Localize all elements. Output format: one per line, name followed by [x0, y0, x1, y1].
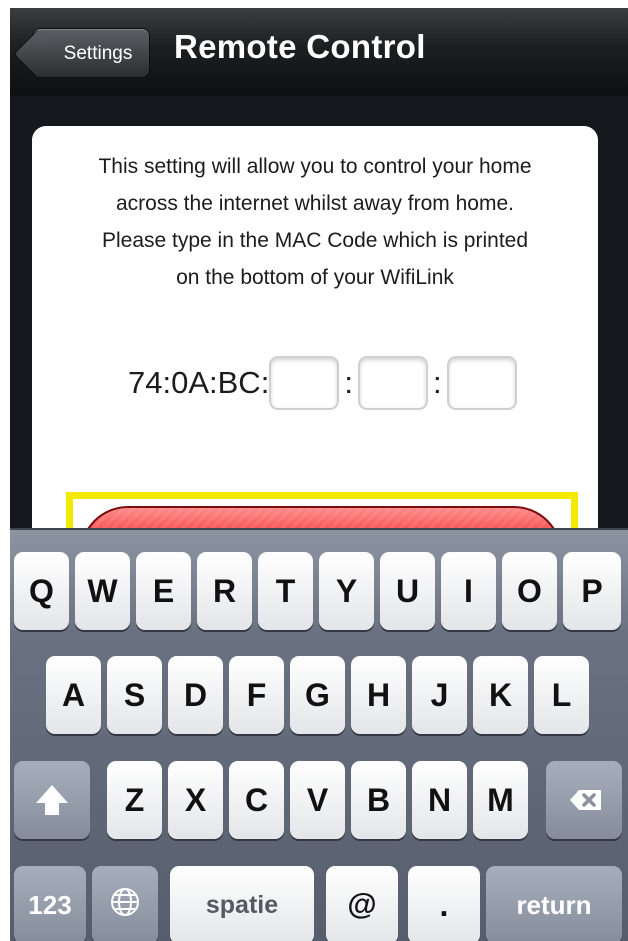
- key-c[interactable]: C: [229, 761, 284, 839]
- keyboard: Q W E R T Y U I O P A S D F G H J K L Z …: [10, 528, 628, 941]
- mac-field-3[interactable]: [446, 356, 517, 410]
- backspace-icon: [570, 790, 601, 810]
- numbers-key[interactable]: 123: [14, 866, 86, 941]
- globe-key[interactable]: [92, 866, 158, 941]
- key-h[interactable]: H: [351, 656, 406, 734]
- key-p[interactable]: P: [563, 552, 621, 630]
- mac-separator: :: [432, 365, 442, 400]
- key-l[interactable]: L: [534, 656, 589, 734]
- key-v[interactable]: V: [290, 761, 345, 839]
- key-a[interactable]: A: [46, 656, 101, 734]
- dot-key[interactable]: .: [408, 866, 480, 941]
- key-f[interactable]: F: [229, 656, 284, 734]
- key-d[interactable]: D: [168, 656, 223, 734]
- shift-key[interactable]: [14, 761, 90, 839]
- key-x[interactable]: X: [168, 761, 223, 839]
- at-key[interactable]: @: [326, 866, 398, 941]
- instructions-line: across the internet whilst away from hom…: [116, 192, 514, 215]
- back-button-label: Settings: [63, 43, 133, 64]
- delete-key[interactable]: [546, 761, 622, 839]
- mac-field-1[interactable]: [269, 356, 340, 410]
- instructions-line: on the bottom of your WifiLink: [176, 266, 454, 289]
- mac-prefix: 74:0A:BC:: [128, 365, 270, 400]
- content-area: This setting will allow you to control y…: [10, 96, 628, 620]
- instructions-line: This setting will allow you to control y…: [98, 155, 532, 178]
- settings-back-button[interactable]: Settings: [32, 28, 150, 78]
- key-k[interactable]: K: [473, 656, 528, 734]
- mac-code-row: 74:0A:BC: : :: [128, 354, 517, 412]
- key-y[interactable]: Y: [319, 552, 374, 630]
- shift-arrow-icon: [36, 785, 68, 815]
- mac-field-2[interactable]: [357, 356, 428, 410]
- key-w[interactable]: W: [75, 552, 130, 630]
- globe-icon: [111, 888, 139, 916]
- key-e[interactable]: E: [136, 552, 191, 630]
- instructions-line: Please type in the MAC Code which is pri…: [101, 229, 529, 252]
- key-b[interactable]: B: [351, 761, 406, 839]
- return-key[interactable]: return: [486, 866, 622, 941]
- key-q[interactable]: Q: [14, 552, 69, 630]
- navigation-bar: Settings Remote Control: [10, 8, 628, 97]
- space-key[interactable]: spatie: [170, 866, 314, 941]
- instructions-text: This setting will allow you to control y…: [36, 148, 594, 296]
- key-n[interactable]: N: [412, 761, 467, 839]
- key-g[interactable]: G: [290, 656, 345, 734]
- key-o[interactable]: O: [502, 552, 557, 630]
- key-i[interactable]: I: [441, 552, 496, 630]
- key-u[interactable]: U: [380, 552, 435, 630]
- key-j[interactable]: J: [412, 656, 467, 734]
- key-s[interactable]: S: [107, 656, 162, 734]
- key-m[interactable]: M: [473, 761, 528, 839]
- mac-separator: :: [344, 365, 353, 400]
- phone-screen: Settings Remote Control This setting wil…: [10, 8, 628, 941]
- key-z[interactable]: Z: [107, 761, 162, 839]
- key-t[interactable]: T: [258, 552, 313, 630]
- key-r[interactable]: R: [197, 552, 252, 630]
- page-title: Remote Control: [174, 28, 426, 65]
